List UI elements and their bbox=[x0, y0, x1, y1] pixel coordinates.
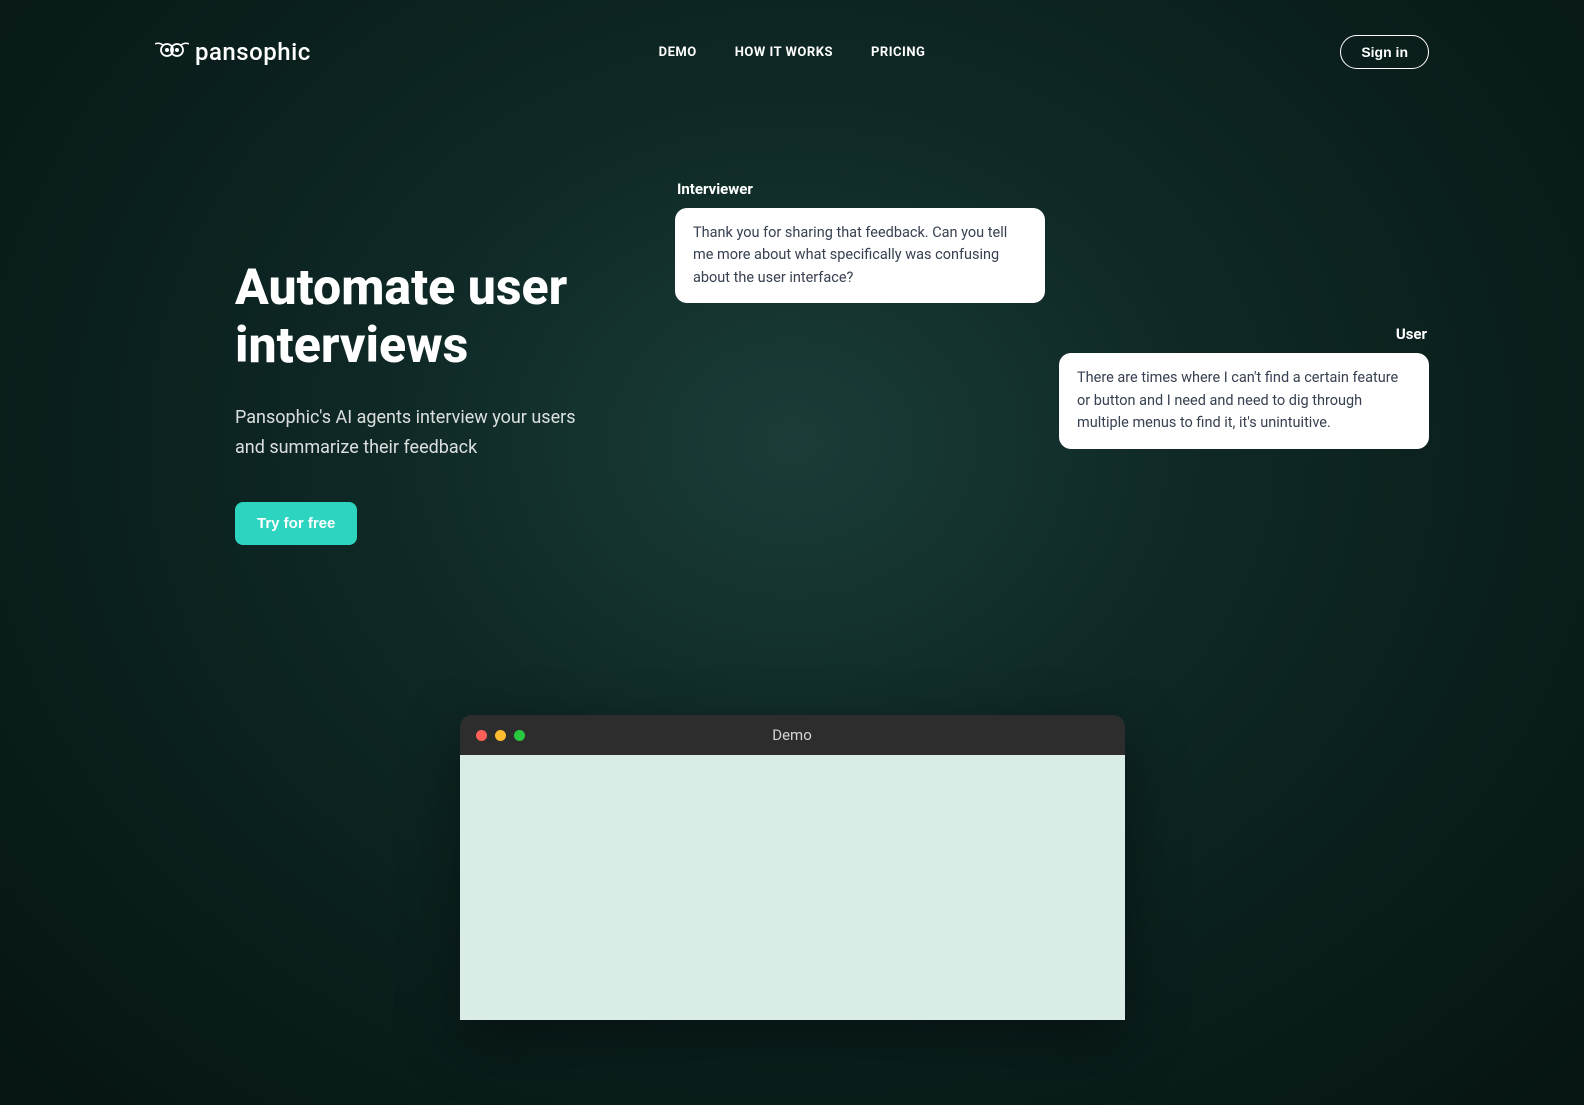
hero-subtitle: Pansophic's AI agents interview your use… bbox=[235, 403, 595, 462]
chat-interviewer-bubble: Thank you for sharing that feedback. Can… bbox=[675, 208, 1045, 303]
demo-titlebar: Demo bbox=[460, 715, 1125, 755]
site-header: pansophic DEMO HOW IT WORKS PRICING Sign… bbox=[0, 0, 1584, 80]
chat-user-block: User There are times where I can't find … bbox=[715, 325, 1429, 448]
demo-section: Demo bbox=[0, 545, 1584, 1020]
try-free-button[interactable]: Try for free bbox=[235, 502, 357, 545]
nav-demo[interactable]: DEMO bbox=[659, 45, 697, 60]
signin-button[interactable]: Sign in bbox=[1340, 35, 1429, 69]
hero-content: Automate user interviews Pansophic's AI … bbox=[235, 180, 635, 545]
hero-title: Automate user interviews bbox=[235, 260, 635, 375]
hero-chat-preview: Interviewer Thank you for sharing that f… bbox=[675, 180, 1429, 545]
nav-how-it-works[interactable]: HOW IT WORKS bbox=[735, 45, 833, 60]
close-icon[interactable] bbox=[476, 730, 487, 741]
chat-interviewer-block: Interviewer Thank you for sharing that f… bbox=[675, 180, 1429, 303]
demo-window: Demo bbox=[460, 715, 1125, 1020]
chat-user-bubble: There are times where I can't find a cer… bbox=[1059, 353, 1429, 448]
logo-text: pansophic bbox=[195, 38, 311, 66]
maximize-icon[interactable] bbox=[514, 730, 525, 741]
nav-pricing[interactable]: PRICING bbox=[871, 45, 925, 60]
hero-section: Automate user interviews Pansophic's AI … bbox=[0, 80, 1584, 545]
owl-icon bbox=[155, 40, 189, 64]
main-nav: DEMO HOW IT WORKS PRICING bbox=[659, 45, 926, 60]
chat-user-label: User bbox=[715, 325, 1429, 343]
demo-window-title: Demo bbox=[772, 726, 812, 744]
demo-window-body bbox=[460, 755, 1125, 1020]
window-controls bbox=[476, 730, 525, 741]
logo[interactable]: pansophic bbox=[155, 38, 311, 66]
chat-interviewer-label: Interviewer bbox=[675, 180, 1429, 198]
minimize-icon[interactable] bbox=[495, 730, 506, 741]
